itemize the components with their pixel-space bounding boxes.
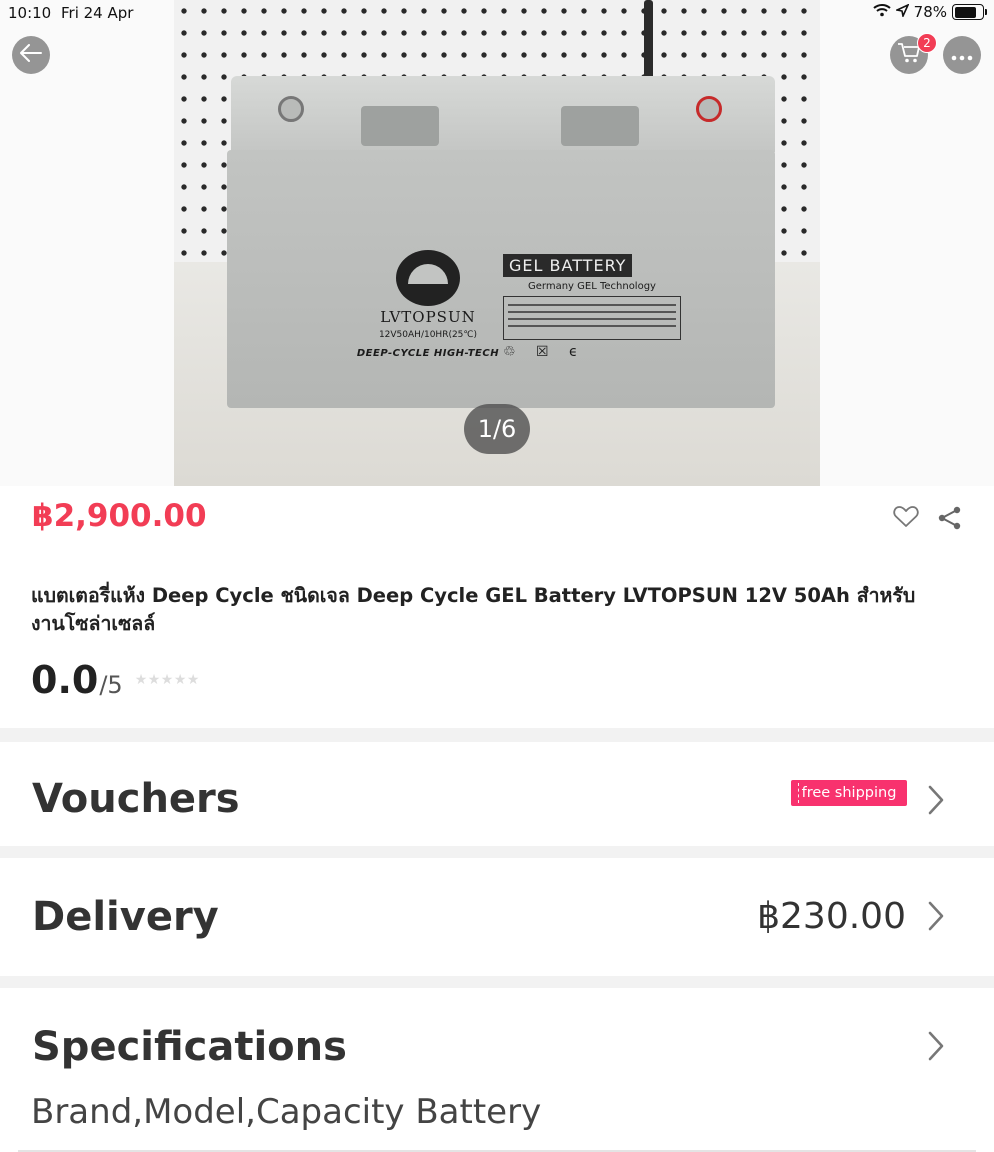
chevron-right-icon: [926, 1030, 946, 1066]
vouchers-row[interactable]: Vouchers free shipping: [0, 742, 994, 846]
status-bar: 10:10 Fri 24 Apr 78%: [0, 0, 994, 26]
arrow-left-icon: [20, 44, 42, 66]
battery-percent: 78%: [913, 3, 947, 21]
chevron-right-icon: [926, 784, 946, 820]
product-detail-page: 10:10 Fri 24 Apr 78% LVTOPSUN 12V50AH/10…: [0, 0, 994, 1152]
product-rating[interactable]: 0.0 /5 ★★★★★: [31, 658, 200, 702]
battery-label: GEL BATTERY Germany GEL Technology ♲ ☒ ϵ: [503, 254, 681, 360]
product-price: ฿2,900.00: [32, 498, 207, 534]
battery-product: LVTOPSUN 12V50AH/10HR(25℃) DEEP-CYCLE HI…: [227, 150, 775, 408]
divider: [0, 728, 994, 742]
heart-icon[interactable]: [893, 505, 919, 533]
status-indicators: 78%: [872, 3, 987, 21]
product-gallery[interactable]: LVTOPSUN 12V50AH/10HR(25℃) DEEP-CYCLE HI…: [0, 0, 994, 486]
chevron-right-icon: [926, 900, 946, 936]
wifi-icon: [872, 3, 891, 21]
sun-logo-icon: [396, 250, 460, 306]
location-arrow-icon: [894, 3, 910, 21]
free-shipping-tag: free shipping: [791, 780, 907, 806]
divider: [0, 976, 994, 988]
specifications-summary: Brand,Model,Capacity Battery: [31, 1092, 542, 1132]
specifications-label: Specifications: [32, 1024, 347, 1070]
back-button[interactable]: [12, 36, 50, 74]
product-title: แบตเตอรี่แห้ง Deep Cycle ชนิดเจล Deep Cy…: [31, 584, 916, 635]
more-options-button[interactable]: [943, 36, 981, 74]
certification-icons: ♲ ☒ ϵ: [503, 344, 586, 360]
rating-max: /5: [99, 671, 123, 699]
status-time: 10:10: [8, 4, 52, 22]
gallery-counter: 1/6: [464, 404, 530, 454]
star-rating-icon: ★★★★★: [134, 672, 200, 688]
delivery-price: ฿230.00: [757, 896, 906, 937]
more-dots-icon: [951, 46, 973, 65]
battery-icon: [952, 4, 987, 20]
rating-score: 0.0: [31, 658, 99, 702]
divider: [0, 846, 994, 858]
cart-count-badge: 2: [917, 33, 937, 53]
battery-logo: LVTOPSUN 12V50AH/10HR(25℃) DEEP-CYCLE HI…: [323, 250, 533, 359]
vouchers-label: Vouchers: [32, 776, 240, 822]
delivery-label: Delivery: [32, 894, 219, 940]
share-icon[interactable]: [937, 505, 963, 535]
status-date: Fri 24 Apr: [61, 4, 134, 22]
caution-box: [503, 296, 681, 340]
